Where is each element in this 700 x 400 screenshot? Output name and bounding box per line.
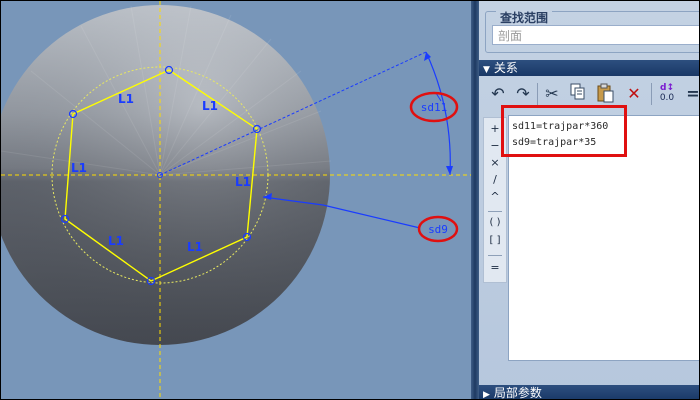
panel-splitter[interactable] (471, 1, 479, 399)
expand-triangle-icon: ▶ (483, 390, 490, 400)
delete-icon[interactable]: ✕ (623, 83, 645, 105)
collapse-triangle-icon: ▼ (483, 65, 490, 75)
app-window: L1 L1 L1 L1 L1 L1 sd11 sd9 查找范围 剖面 ▼ 关系 … (0, 0, 700, 400)
segment-label: L1 (202, 99, 218, 113)
toolbar-divider (651, 83, 652, 105)
brackets-button[interactable]: [ ] (484, 235, 506, 246)
sd9-dimension-label[interactable]: sd9 (428, 223, 448, 236)
search-range-group: 查找范围 剖面 (485, 9, 699, 53)
graphics-viewport[interactable]: L1 L1 L1 L1 L1 L1 sd11 sd9 (1, 1, 471, 399)
segment-label: L1 (235, 175, 251, 189)
equals-operator-button[interactable]: = (484, 261, 506, 274)
segment-label: L1 (71, 161, 87, 175)
undo-icon[interactable]: ↶ (487, 83, 509, 105)
segment-label: L1 (118, 92, 134, 106)
relations-highlight-box (501, 105, 627, 157)
search-range-field[interactable]: 剖面 (492, 25, 699, 45)
operator-divider (488, 255, 502, 256)
local-params-section-header[interactable]: ▶ 局部参数 (479, 385, 699, 400)
search-range-title: 查找范围 (496, 9, 553, 26)
multiply-operator-button[interactable]: × (484, 156, 506, 169)
toolbar-divider (537, 83, 538, 105)
sketch-canvas[interactable]: L1 L1 L1 L1 L1 L1 sd11 sd9 (1, 1, 471, 399)
redo-icon[interactable]: ↷ (512, 83, 534, 105)
sd-icon-value: 0.0 (659, 93, 675, 103)
relations-panel: 查找范围 剖面 ▼ 关系 ↶ ↷ ✂ ✕ d↕ 0.0 = + − × / ^ … (479, 1, 699, 399)
local-params-header-label: 局部参数 (493, 386, 542, 400)
equals-icon[interactable]: = (682, 83, 699, 105)
sd-value-icon[interactable]: d↕ 0.0 (656, 83, 678, 105)
relations-header-label: 关系 (493, 61, 518, 75)
parentheses-button[interactable]: ( ) (484, 217, 506, 228)
relations-section-header[interactable]: ▼ 关系 (479, 60, 699, 76)
segment-label: L1 (108, 234, 124, 248)
divide-operator-button[interactable]: / (484, 173, 506, 186)
sd11-dimension-label[interactable]: sd11 (421, 101, 448, 114)
sd11-arrow-bottom (446, 166, 453, 175)
paste-icon[interactable] (595, 83, 617, 105)
power-operator-button[interactable]: ^ (484, 190, 506, 203)
segment-label: L1 (187, 240, 203, 254)
operator-divider (488, 211, 502, 212)
copy-icon[interactable] (567, 83, 589, 105)
cut-icon[interactable]: ✂ (541, 83, 563, 105)
